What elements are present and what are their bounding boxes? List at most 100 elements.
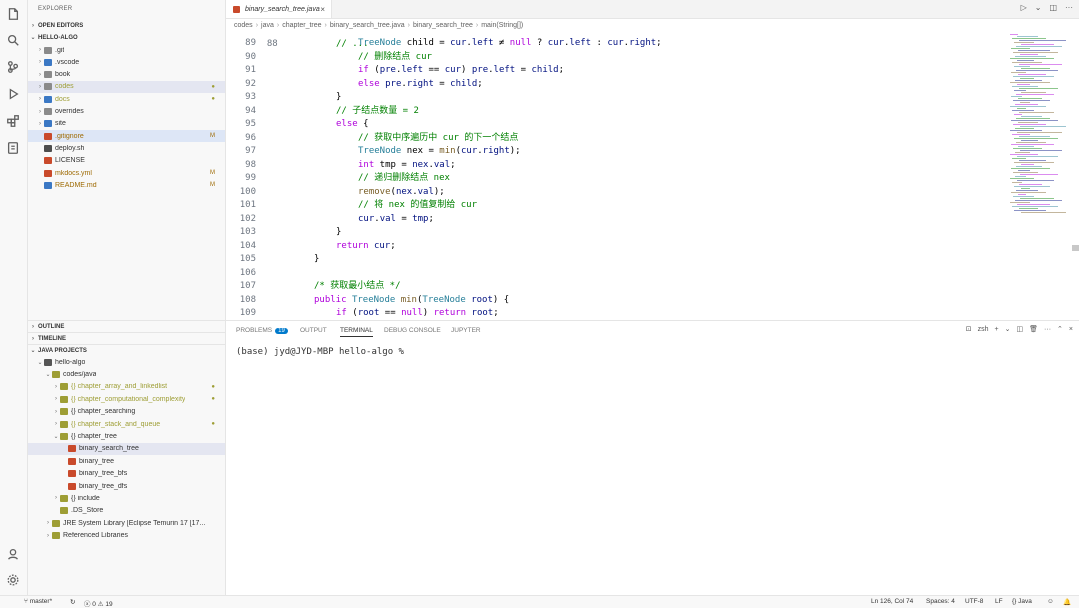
breadcrumb-item[interactable]: chapter_tree	[282, 22, 321, 29]
folder-codes[interactable]: › codes ●	[28, 80, 225, 93]
breadcrumb-item[interactable]: main(String[])	[481, 22, 523, 29]
breadcrumb-item[interactable]: java	[261, 22, 274, 29]
minimap-line	[1017, 132, 1062, 133]
tab-problems[interactable]: PROBLEMS 19	[236, 325, 288, 336]
file-license[interactable]: LICENSE	[28, 155, 225, 167]
folder-book[interactable]: › book	[28, 69, 225, 81]
shell-name[interactable]: zsh	[978, 326, 989, 333]
feedback-icon[interactable]: ☺	[1047, 598, 1054, 605]
minimap-line	[1012, 158, 1026, 159]
breadcrumb-item[interactable]: binary_search_tree.java	[330, 22, 405, 29]
run-debug-icon[interactable]	[5, 86, 21, 102]
encoding[interactable]: UTF-8	[965, 598, 983, 605]
breadcrumb-item[interactable]: binary_search_tree	[413, 22, 473, 29]
file-readme-md[interactable]: README.md M	[28, 179, 225, 191]
chevron-down-icon[interactable]: ⌄	[1035, 3, 1042, 12]
tab-output[interactable]: OUTPUT	[300, 325, 327, 336]
more-actions-icon[interactable]: ···	[1065, 3, 1073, 12]
gear-icon[interactable]	[5, 572, 21, 588]
project-item-chapter-stack-and-queue[interactable]: › {} chapter_stack_and_queue ●	[28, 418, 225, 430]
timeline-section[interactable]: › TIMELINE	[28, 332, 225, 344]
run-icon[interactable]: ▷	[1021, 3, 1027, 12]
tab-binary-search-tree[interactable]: binary_search_tree.java ×	[226, 0, 332, 18]
add-terminal-icon[interactable]: +	[995, 326, 999, 333]
chevron-up-icon[interactable]: ⌃	[1057, 325, 1063, 333]
chevron-right-icon: ›	[39, 108, 41, 115]
outline-section[interactable]: › OUTLINE	[28, 320, 225, 332]
language-mode[interactable]: {} Java	[1012, 598, 1032, 605]
chevron-down-icon[interactable]: ⌄	[1005, 325, 1011, 333]
split-editor-icon[interactable]: ◫	[1049, 3, 1057, 12]
project-item-binary-search-tree[interactable]: binary_search_tree	[28, 442, 225, 455]
project-item-codes-java[interactable]: ⌄ codes/java	[28, 368, 225, 380]
breadcrumb-item[interactable]: codes	[234, 22, 253, 29]
line-number: 90	[245, 51, 256, 62]
tab-label: binary_search_tree.java	[245, 5, 320, 13]
project-item-binary-tree-bfs[interactable]: binary_tree_bfs	[28, 468, 225, 480]
workspace-root-section[interactable]: ⌄ HELLO-ALGO	[28, 32, 225, 43]
minimap-line	[1021, 212, 1066, 213]
code-token: // 获取中序遍历中 cur 的下一个结点	[358, 132, 519, 143]
code-token: return	[433, 308, 467, 318]
project-item-include[interactable]: › {} include	[28, 492, 225, 504]
minimap-line	[1020, 150, 1062, 151]
package-icon	[60, 383, 68, 391]
tab-jupyter[interactable]: JUPYTER	[451, 325, 481, 336]
editor-scrollbar[interactable]	[1072, 245, 1079, 251]
terminal-prompt[interactable]: (base) jyd@JYD-MBP hello-algo %	[236, 347, 404, 357]
open-editors-section[interactable]: › OPEN EDITORS	[28, 20, 225, 31]
testing-icon[interactable]	[5, 140, 21, 156]
project-item-chapter-searching[interactable]: › {} chapter_searching	[28, 406, 225, 418]
indentation[interactable]: Spaces: 4	[926, 598, 955, 605]
folder-docs[interactable]: › docs ●	[28, 93, 225, 105]
tab-debug-console[interactable]: DEBUG CONSOLE	[384, 325, 441, 336]
source-control-icon[interactable]	[5, 59, 21, 75]
more-actions-icon[interactable]: ···	[1044, 326, 1051, 333]
git-status-badge: ●	[211, 421, 215, 427]
sync-icon[interactable]: ↻	[70, 598, 75, 606]
file--gitignore[interactable]: .gitignore M	[28, 130, 225, 143]
folder--vscode[interactable]: › .vscode	[28, 56, 225, 68]
code-token: =	[433, 78, 451, 89]
code-line: 104 return cur;	[226, 240, 1006, 254]
close-icon[interactable]: ×	[320, 5, 325, 14]
search-icon[interactable]	[5, 32, 21, 48]
code-token: );	[433, 186, 445, 197]
end-of-line[interactable]: LF	[995, 598, 1003, 605]
project-item-ds-store[interactable]: .DS_Store	[28, 505, 225, 517]
folder-icon	[44, 46, 52, 54]
package-icon	[60, 432, 68, 440]
project-item-chapter-tree[interactable]: ⌄ {} chapter_tree	[28, 430, 225, 442]
account-icon[interactable]	[5, 546, 21, 562]
folder--git[interactable]: › .git	[28, 44, 225, 56]
java-projects-section[interactable]: ⌄ JAVA PROJECTS	[28, 344, 225, 356]
folder-overrides[interactable]: › overrides	[28, 106, 225, 118]
project-item-hello-algo[interactable]: ⌄ hello-algo	[28, 356, 225, 368]
project-item-jre-system-library-eclipse-temurin-17-17[interactable]: › JRE System Library [Eclipse Temurin 17 …	[28, 517, 225, 529]
extensions-icon[interactable]	[5, 113, 21, 129]
code-editor[interactable]: 88// ... 89 TreeNode child = cur.left ≠ n…	[226, 32, 1006, 319]
project-item-referenced-libraries[interactable]: › Referenced Libraries	[28, 530, 225, 542]
close-icon[interactable]: ×	[1069, 326, 1073, 333]
explorer-icon[interactable]	[5, 6, 21, 22]
git-status-badge: ●	[211, 83, 215, 90]
code-token: ;	[558, 65, 565, 75]
minimap-line	[1010, 106, 1046, 107]
minimap[interactable]	[1006, 32, 1079, 319]
code-token: =	[515, 65, 532, 75]
branch-status[interactable]: ⑂ master*	[24, 598, 52, 605]
project-item-chapter-computational-complexity[interactable]: › {} chapter_computational_complexity ●	[28, 393, 225, 405]
trash-icon[interactable]: 🗑	[1029, 325, 1038, 333]
project-item-binary-tree-dfs[interactable]: binary_tree_dfs	[28, 480, 225, 492]
project-item-chapter-array-and-linkedlist[interactable]: › {} chapter_array_and_linkedlist ●	[28, 381, 225, 393]
file-deploy-sh[interactable]: deploy.sh	[28, 142, 225, 154]
split-terminal-icon[interactable]: ◫	[1017, 325, 1024, 333]
code-token: tmp	[412, 213, 429, 224]
folder-site[interactable]: › site	[28, 118, 225, 130]
tab-terminal[interactable]: TERMINAL	[340, 325, 373, 337]
cursor-position[interactable]: Ln 126, Col 74	[871, 598, 913, 605]
minimap-line	[1010, 58, 1054, 59]
project-item-binary-tree[interactable]: binary_tree	[28, 455, 225, 467]
file-mkdocs-yml[interactable]: mkdocs.yml M	[28, 167, 225, 179]
bell-icon[interactable]: 🔔	[1063, 598, 1071, 606]
